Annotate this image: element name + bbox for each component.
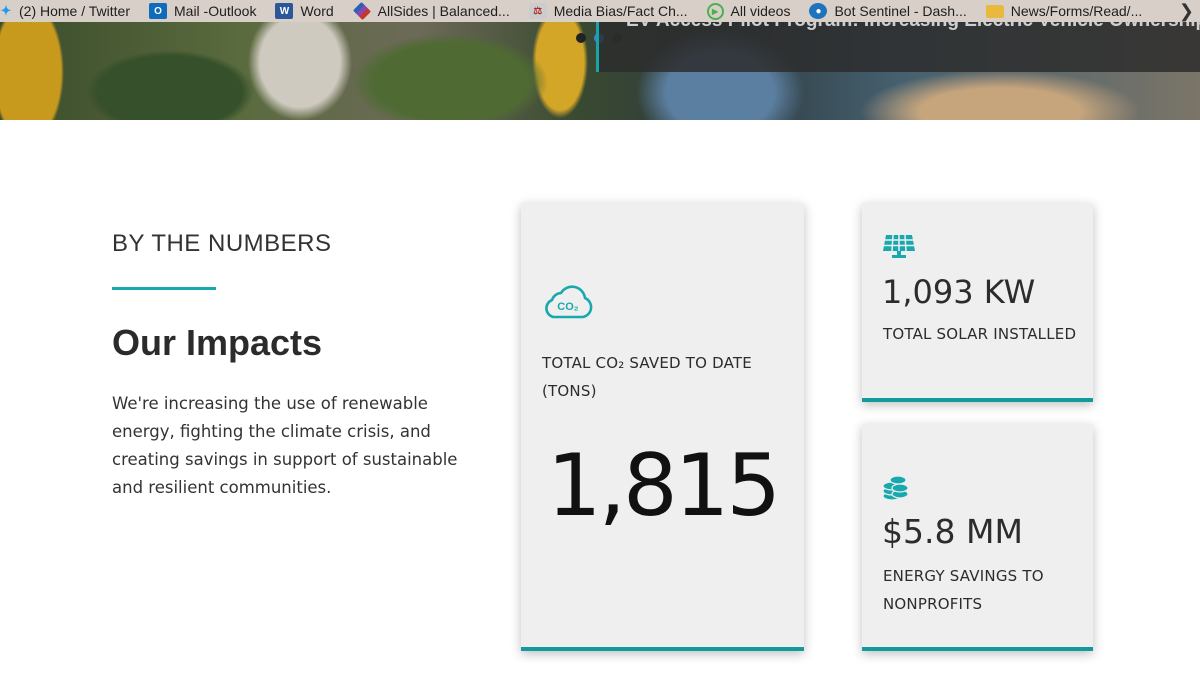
bookmark-outlook[interactable]: O Mail -Outlook: [139, 0, 265, 22]
caption-accent-bar: [596, 22, 599, 72]
play-icon: ▶: [706, 2, 724, 20]
bookmark-word[interactable]: W Word: [265, 0, 342, 22]
section-eyebrow: BY THE NUMBERS: [112, 230, 332, 257]
savings-label: ENERGY SAVINGS TO NONPROFITS: [883, 567, 1044, 613]
allsides-icon: [352, 1, 371, 21]
folder-icon: [985, 4, 1004, 18]
svg-text:CO₂: CO₂: [557, 301, 579, 313]
solar-label: TOTAL SOLAR INSTALLED: [883, 325, 1077, 343]
bookmark-botsentinel[interactable]: ● Bot Sentinel - Dash...: [799, 0, 975, 22]
word-icon: W: [275, 3, 294, 19]
bookmark-label: News/Forms/Read/...: [1010, 3, 1143, 19]
mbfc-icon: ⚖: [528, 3, 547, 19]
savings-value: $5.8 MM: [882, 512, 1023, 551]
section-description: We're increasing the use of renewable en…: [112, 394, 458, 497]
bookmark-allsides[interactable]: AllSides | Balanced...: [343, 0, 519, 22]
coins-icon: [882, 474, 910, 507]
bookmark-label: All videos: [730, 3, 791, 19]
bookmark-label: Word: [300, 3, 334, 19]
bookmarks-bar: ✦ (2) Home / Twitter O Mail -Outlook W W…: [0, 0, 1200, 22]
section-heading: Our Impacts: [112, 322, 323, 363]
co2-cloud-icon: CO₂: [541, 283, 595, 326]
bookmark-mbfc[interactable]: ⚖ Media Bias/Fact Ch...: [519, 0, 697, 22]
co2-label: TOTAL CO₂ SAVED TO DATE (TONS): [542, 354, 752, 400]
twitter-icon: ✦: [0, 3, 12, 18]
solar-value: 1,093 KW: [882, 273, 1036, 311]
co2-value: 1,815: [546, 436, 781, 536]
hero-caption[interactable]: EV Access Pilot Program: Increasing Elec…: [596, 22, 1200, 72]
bookmark-videos[interactable]: ▶ All videos: [697, 0, 800, 22]
outlook-icon: O: [149, 3, 167, 19]
bookmark-twitter[interactable]: ✦ (2) Home / Twitter: [0, 0, 139, 22]
solar-panel-icon: [882, 233, 916, 264]
botsentinel-icon: ●: [809, 3, 828, 19]
bookmark-label: AllSides | Balanced...: [377, 3, 510, 19]
bookmark-folder[interactable]: News/Forms/Read/...: [976, 0, 1151, 22]
co2-card: CO₂ TOTAL CO₂ SAVED TO DATE (TONS) 1,815: [521, 203, 804, 651]
bookmark-label: Bot Sentinel - Dash...: [834, 3, 967, 19]
bookmark-label: (2) Home / Twitter: [19, 3, 130, 19]
bookmark-label: Media Bias/Fact Ch...: [553, 3, 688, 19]
hero-caption-text[interactable]: EV Access Pilot Program: Increasing Elec…: [626, 22, 1200, 32]
section-divider: [112, 287, 216, 290]
carousel-dot[interactable]: [576, 33, 586, 43]
solar-card: 1,093 KW TOTAL SOLAR INSTALLED: [862, 203, 1093, 402]
savings-card: $5.8 MM ENERGY SAVINGS TO NONPROFITS: [862, 424, 1093, 651]
chevron-right-icon[interactable]: ❯: [1179, 0, 1194, 22]
bookmark-label: Mail -Outlook: [174, 3, 257, 19]
